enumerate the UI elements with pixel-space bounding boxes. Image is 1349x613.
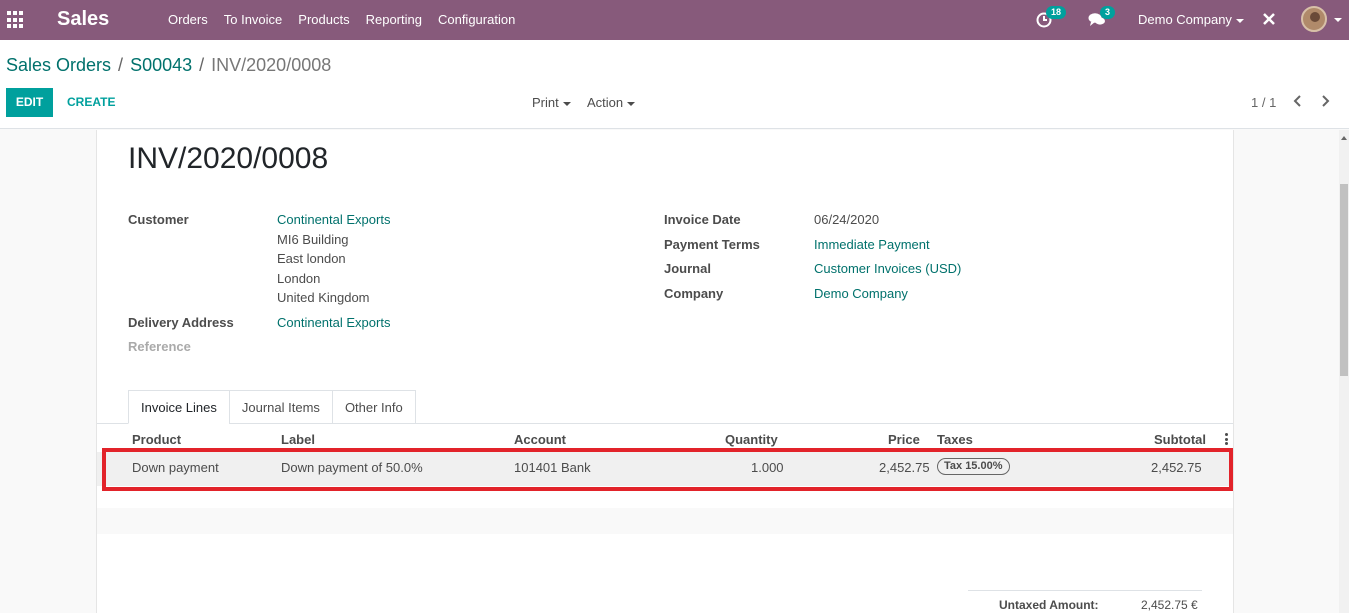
chevron-down-icon[interactable] (1334, 18, 1342, 22)
column-header-price[interactable]: Price (888, 432, 920, 447)
action-label: Action (587, 95, 624, 110)
invoice-title: INV/2020/0008 (128, 142, 329, 175)
column-header-product[interactable]: Product (132, 432, 181, 447)
column-header-account[interactable]: Account (514, 432, 566, 447)
delivery-address-link[interactable]: Continental Exports (277, 315, 390, 330)
delivery-address-label: Delivery Address (128, 315, 234, 330)
payment-terms-label: Payment Terms (664, 237, 760, 252)
action-dropdown[interactable]: Action (587, 95, 636, 110)
breadcrumb-current: INV/2020/0008 (211, 55, 332, 75)
reference-label: Reference (128, 339, 191, 354)
breadcrumb-order[interactable]: S00043 (130, 55, 192, 76)
chevron-down-icon (627, 101, 636, 106)
apps-menu-icon[interactable] (7, 11, 25, 29)
address-line: MI6 Building (277, 232, 349, 247)
activity-menu[interactable]: 18 (1036, 6, 1067, 31)
pager-previous-icon[interactable] (1291, 92, 1305, 110)
chevron-down-icon (1235, 18, 1244, 23)
optional-columns-icon[interactable] (1225, 433, 1229, 445)
main-menu: Orders To Invoice Products Reporting Con… (160, 0, 523, 40)
address-line: East london (277, 251, 346, 266)
breadcrumb-sales-orders[interactable]: Sales Orders (6, 55, 111, 76)
edit-button[interactable]: EDIT (6, 88, 53, 117)
invoice-date-label: Invoice Date (664, 212, 741, 227)
messaging-menu[interactable]: 3 (1088, 6, 1116, 31)
address-line: United Kingdom (277, 290, 370, 305)
menu-item-to-invoice[interactable]: To Invoice (216, 0, 291, 40)
menu-item-orders[interactable]: Orders (160, 0, 216, 40)
activity-count-badge: 18 (1046, 6, 1067, 19)
form-sheet (96, 130, 1234, 613)
chevron-down-icon (562, 101, 571, 106)
company-label: Company (664, 286, 724, 301)
app-name[interactable]: Sales (57, 8, 109, 31)
journal-label: Journal (664, 261, 711, 276)
address-line: London (277, 271, 321, 286)
highlight-box (102, 448, 1233, 491)
journal-link[interactable]: Customer Invoices (USD) (814, 261, 961, 276)
column-header-subtotal[interactable]: Subtotal (1154, 432, 1206, 447)
company-name: Demo Company (1138, 12, 1232, 27)
scrollbar-thumb[interactable] (1340, 184, 1348, 376)
pager-next-icon[interactable] (1318, 92, 1332, 110)
tab-invoice-lines[interactable]: Invoice Lines (128, 390, 230, 424)
customer-label: Customer (128, 212, 189, 227)
tab-journal-items[interactable]: Journal Items (228, 390, 333, 424)
column-header-quantity[interactable]: Quantity (725, 432, 778, 447)
top-navbar: Sales Orders To Invoice Products Reporti… (0, 0, 1349, 40)
untaxed-amount-value: 2,452.75 € (1141, 598, 1198, 612)
payment-terms-link[interactable]: Immediate Payment (814, 237, 930, 252)
breadcrumb: Sales Orders / S00043 / INV/2020/0008 (6, 55, 332, 76)
tab-other-info[interactable]: Other Info (331, 390, 416, 424)
print-dropdown[interactable]: Print (532, 95, 571, 110)
invoice-date-value: 06/24/2020 (814, 212, 880, 227)
menu-item-configuration[interactable]: Configuration (430, 0, 523, 40)
notebook-tabs: Invoice Lines Journal Items Other Info (128, 390, 416, 424)
company-switcher[interactable]: Demo Company (1138, 12, 1244, 27)
menu-item-reporting[interactable]: Reporting (358, 0, 430, 40)
print-label: Print (532, 95, 559, 110)
message-count-badge: 3 (1100, 6, 1116, 19)
control-panel: Sales Orders / S00043 / INV/2020/0008 ED… (0, 40, 1349, 129)
empty-row (97, 508, 1233, 534)
pager-value[interactable]: 1 / 1 (1251, 95, 1276, 110)
menu-item-products[interactable]: Products (290, 0, 357, 40)
close-icon[interactable] (1262, 12, 1276, 26)
column-header-label[interactable]: Label (281, 432, 315, 447)
company-link[interactable]: Demo Company (814, 286, 908, 301)
column-header-taxes[interactable]: Taxes (937, 432, 973, 447)
customer-link[interactable]: Continental Exports (277, 212, 390, 227)
create-button[interactable]: CREATE (67, 95, 115, 109)
untaxed-amount-label: Untaxed Amount: (999, 598, 1099, 612)
avatar[interactable] (1301, 6, 1327, 32)
scroll-up-icon[interactable] (1341, 136, 1347, 140)
